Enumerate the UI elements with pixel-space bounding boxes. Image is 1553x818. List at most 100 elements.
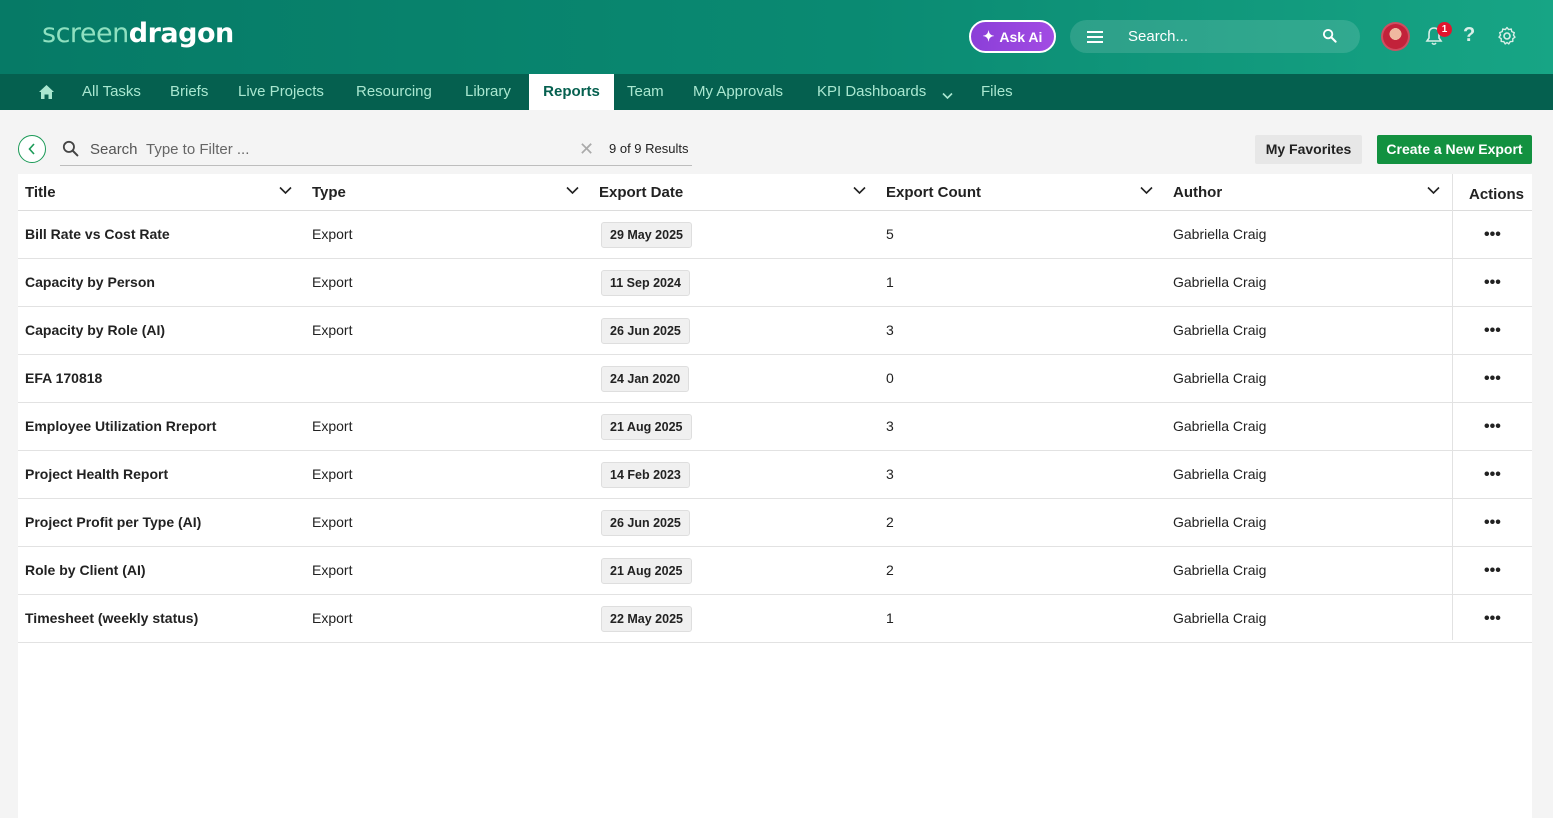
row-export-date: 21 Aug 2025 <box>601 558 692 584</box>
row-author: Gabriella Craig <box>1173 274 1267 290</box>
nav-library[interactable]: Library <box>465 74 511 110</box>
screendragon-logo[interactable]: screendragon <box>42 18 234 49</box>
more-actions-icon[interactable]: ••• <box>1484 610 1501 628</box>
row-author: Gabriella Craig <box>1173 466 1267 482</box>
nav-team[interactable]: Team <box>627 74 664 110</box>
nav-reports[interactable]: Reports <box>529 74 614 110</box>
more-actions-icon[interactable]: ••• <box>1484 226 1501 244</box>
column-header-type[interactable]: Type <box>312 184 346 201</box>
chevron-down-icon[interactable] <box>566 182 579 200</box>
chevron-down-icon[interactable] <box>1140 182 1153 200</box>
more-actions-icon[interactable]: ••• <box>1484 322 1501 340</box>
nav-resourcing[interactable]: Resourcing <box>356 74 432 110</box>
row-export-count: 3 <box>886 466 894 482</box>
row-export-date: 11 Sep 2024 <box>601 270 690 296</box>
row-export-count: 1 <box>886 610 894 626</box>
row-title[interactable]: Capacity by Role (AI) <box>25 322 165 338</box>
table-row[interactable]: Bill Rate vs Cost Rate Export 29 May 202… <box>18 211 1532 259</box>
results-count: 9 of 9 Results <box>609 141 689 156</box>
chevron-down-icon[interactable] <box>942 87 953 105</box>
chevron-down-icon[interactable] <box>279 182 292 200</box>
logo-part1: screen <box>42 18 129 49</box>
chevron-down-icon[interactable] <box>853 182 866 200</box>
ask-ai-button[interactable]: ✦ Ask Ai <box>969 20 1056 53</box>
sparkle-icon: ✦ <box>982 28 995 44</box>
nav-all-tasks[interactable]: All Tasks <box>82 74 141 110</box>
row-title[interactable]: EFA 170818 <box>25 370 102 386</box>
gear-icon[interactable] <box>1497 26 1517 51</box>
row-export-count: 1 <box>886 274 894 290</box>
create-export-button[interactable]: Create a New Export <box>1377 135 1532 164</box>
row-export-date: 24 Jan 2020 <box>601 366 690 392</box>
home-icon[interactable] <box>38 84 55 105</box>
row-export-date: 22 May 2025 <box>601 606 692 632</box>
row-export-date: 26 Jun 2025 <box>601 318 690 344</box>
more-actions-icon[interactable]: ••• <box>1484 370 1501 388</box>
table-row[interactable]: Capacity by Person Export 11 Sep 2024 1 … <box>18 259 1532 307</box>
global-search-input[interactable]: Search... <box>1070 20 1360 53</box>
row-export-date: 29 May 2025 <box>601 222 692 248</box>
chevron-down-icon[interactable] <box>1427 182 1440 200</box>
row-author: Gabriella Craig <box>1173 418 1267 434</box>
nav-kpi-dashboards[interactable]: KPI Dashboards <box>817 74 926 110</box>
row-export-count: 5 <box>886 226 894 242</box>
nav-files[interactable]: Files <box>981 74 1013 110</box>
row-export-count: 3 <box>886 322 894 338</box>
column-header-author[interactable]: Author <box>1173 184 1222 201</box>
column-header-export-count[interactable]: Export Count <box>886 184 981 201</box>
back-button[interactable] <box>18 135 46 163</box>
table-row[interactable]: Role by Client (AI) Export 21 Aug 2025 2… <box>18 547 1532 595</box>
row-author: Gabriella Craig <box>1173 514 1267 530</box>
table-row[interactable]: Project Health Report Export 14 Feb 2023… <box>18 451 1532 499</box>
row-type: Export <box>312 514 353 530</box>
row-type: Export <box>312 418 353 434</box>
row-title[interactable]: Employee Utilization Rreport <box>25 418 216 434</box>
row-title[interactable]: Bill Rate vs Cost Rate <box>25 226 170 242</box>
my-favorites-button[interactable]: My Favorites <box>1255 135 1362 164</box>
notification-badge: 1 <box>1437 22 1452 37</box>
search-icon[interactable] <box>1322 28 1337 48</box>
table-row[interactable]: Capacity by Role (AI) Export 26 Jun 2025… <box>18 307 1532 355</box>
row-author: Gabriella Craig <box>1173 562 1267 578</box>
row-author: Gabriella Craig <box>1173 370 1267 386</box>
row-title[interactable]: Project Profit per Type (AI) <box>25 514 201 530</box>
nav-live-projects[interactable]: Live Projects <box>238 74 324 110</box>
more-actions-icon[interactable]: ••• <box>1484 514 1501 532</box>
main-nav: All Tasks Briefs Live Projects Resourcin… <box>0 74 1553 110</box>
more-actions-icon[interactable]: ••• <box>1484 274 1501 292</box>
row-type: Export <box>312 226 353 242</box>
user-avatar[interactable] <box>1381 22 1410 51</box>
exports-table: Title Type Export Date Export Count Auth… <box>18 174 1532 818</box>
row-export-date: 14 Feb 2023 <box>601 462 690 488</box>
help-icon[interactable]: ? <box>1463 24 1475 47</box>
column-header-title[interactable]: Title <box>25 184 56 201</box>
ask-ai-label: Ask Ai <box>999 28 1043 45</box>
more-actions-icon[interactable]: ••• <box>1484 418 1501 436</box>
more-actions-icon[interactable]: ••• <box>1484 562 1501 580</box>
nav-my-approvals[interactable]: My Approvals <box>693 74 783 110</box>
column-header-export-date[interactable]: Export Date <box>599 184 683 201</box>
table-row[interactable]: Project Profit per Type (AI) Export 26 J… <box>18 499 1532 547</box>
row-type: Export <box>312 274 353 290</box>
column-header-actions: Actions <box>1469 186 1525 203</box>
filter-label: Search <box>90 141 138 158</box>
table-row[interactable]: Timesheet (weekly status) Export 22 May … <box>18 595 1532 643</box>
row-export-date: 21 Aug 2025 <box>601 414 692 440</box>
filter-input[interactable]: Type to Filter ... <box>146 141 249 158</box>
row-type: Export <box>312 610 353 626</box>
chevron-left-icon <box>28 143 35 155</box>
row-title[interactable]: Capacity by Person <box>25 274 155 290</box>
row-author: Gabriella Craig <box>1173 610 1267 626</box>
row-title[interactable]: Role by Client (AI) <box>25 562 146 578</box>
more-actions-icon[interactable]: ••• <box>1484 466 1501 484</box>
table-row[interactable]: Employee Utilization Rreport Export 21 A… <box>18 403 1532 451</box>
close-icon[interactable]: ✕ <box>579 139 594 160</box>
row-author: Gabriella Craig <box>1173 322 1267 338</box>
nav-briefs[interactable]: Briefs <box>170 74 208 110</box>
row-type: Export <box>312 562 353 578</box>
row-title[interactable]: Timesheet (weekly status) <box>25 610 198 626</box>
row-author: Gabriella Craig <box>1173 226 1267 242</box>
menu-icon[interactable] <box>1087 29 1103 43</box>
table-row[interactable]: EFA 170818 24 Jan 2020 0 Gabriella Craig… <box>18 355 1532 403</box>
row-title[interactable]: Project Health Report <box>25 466 168 482</box>
